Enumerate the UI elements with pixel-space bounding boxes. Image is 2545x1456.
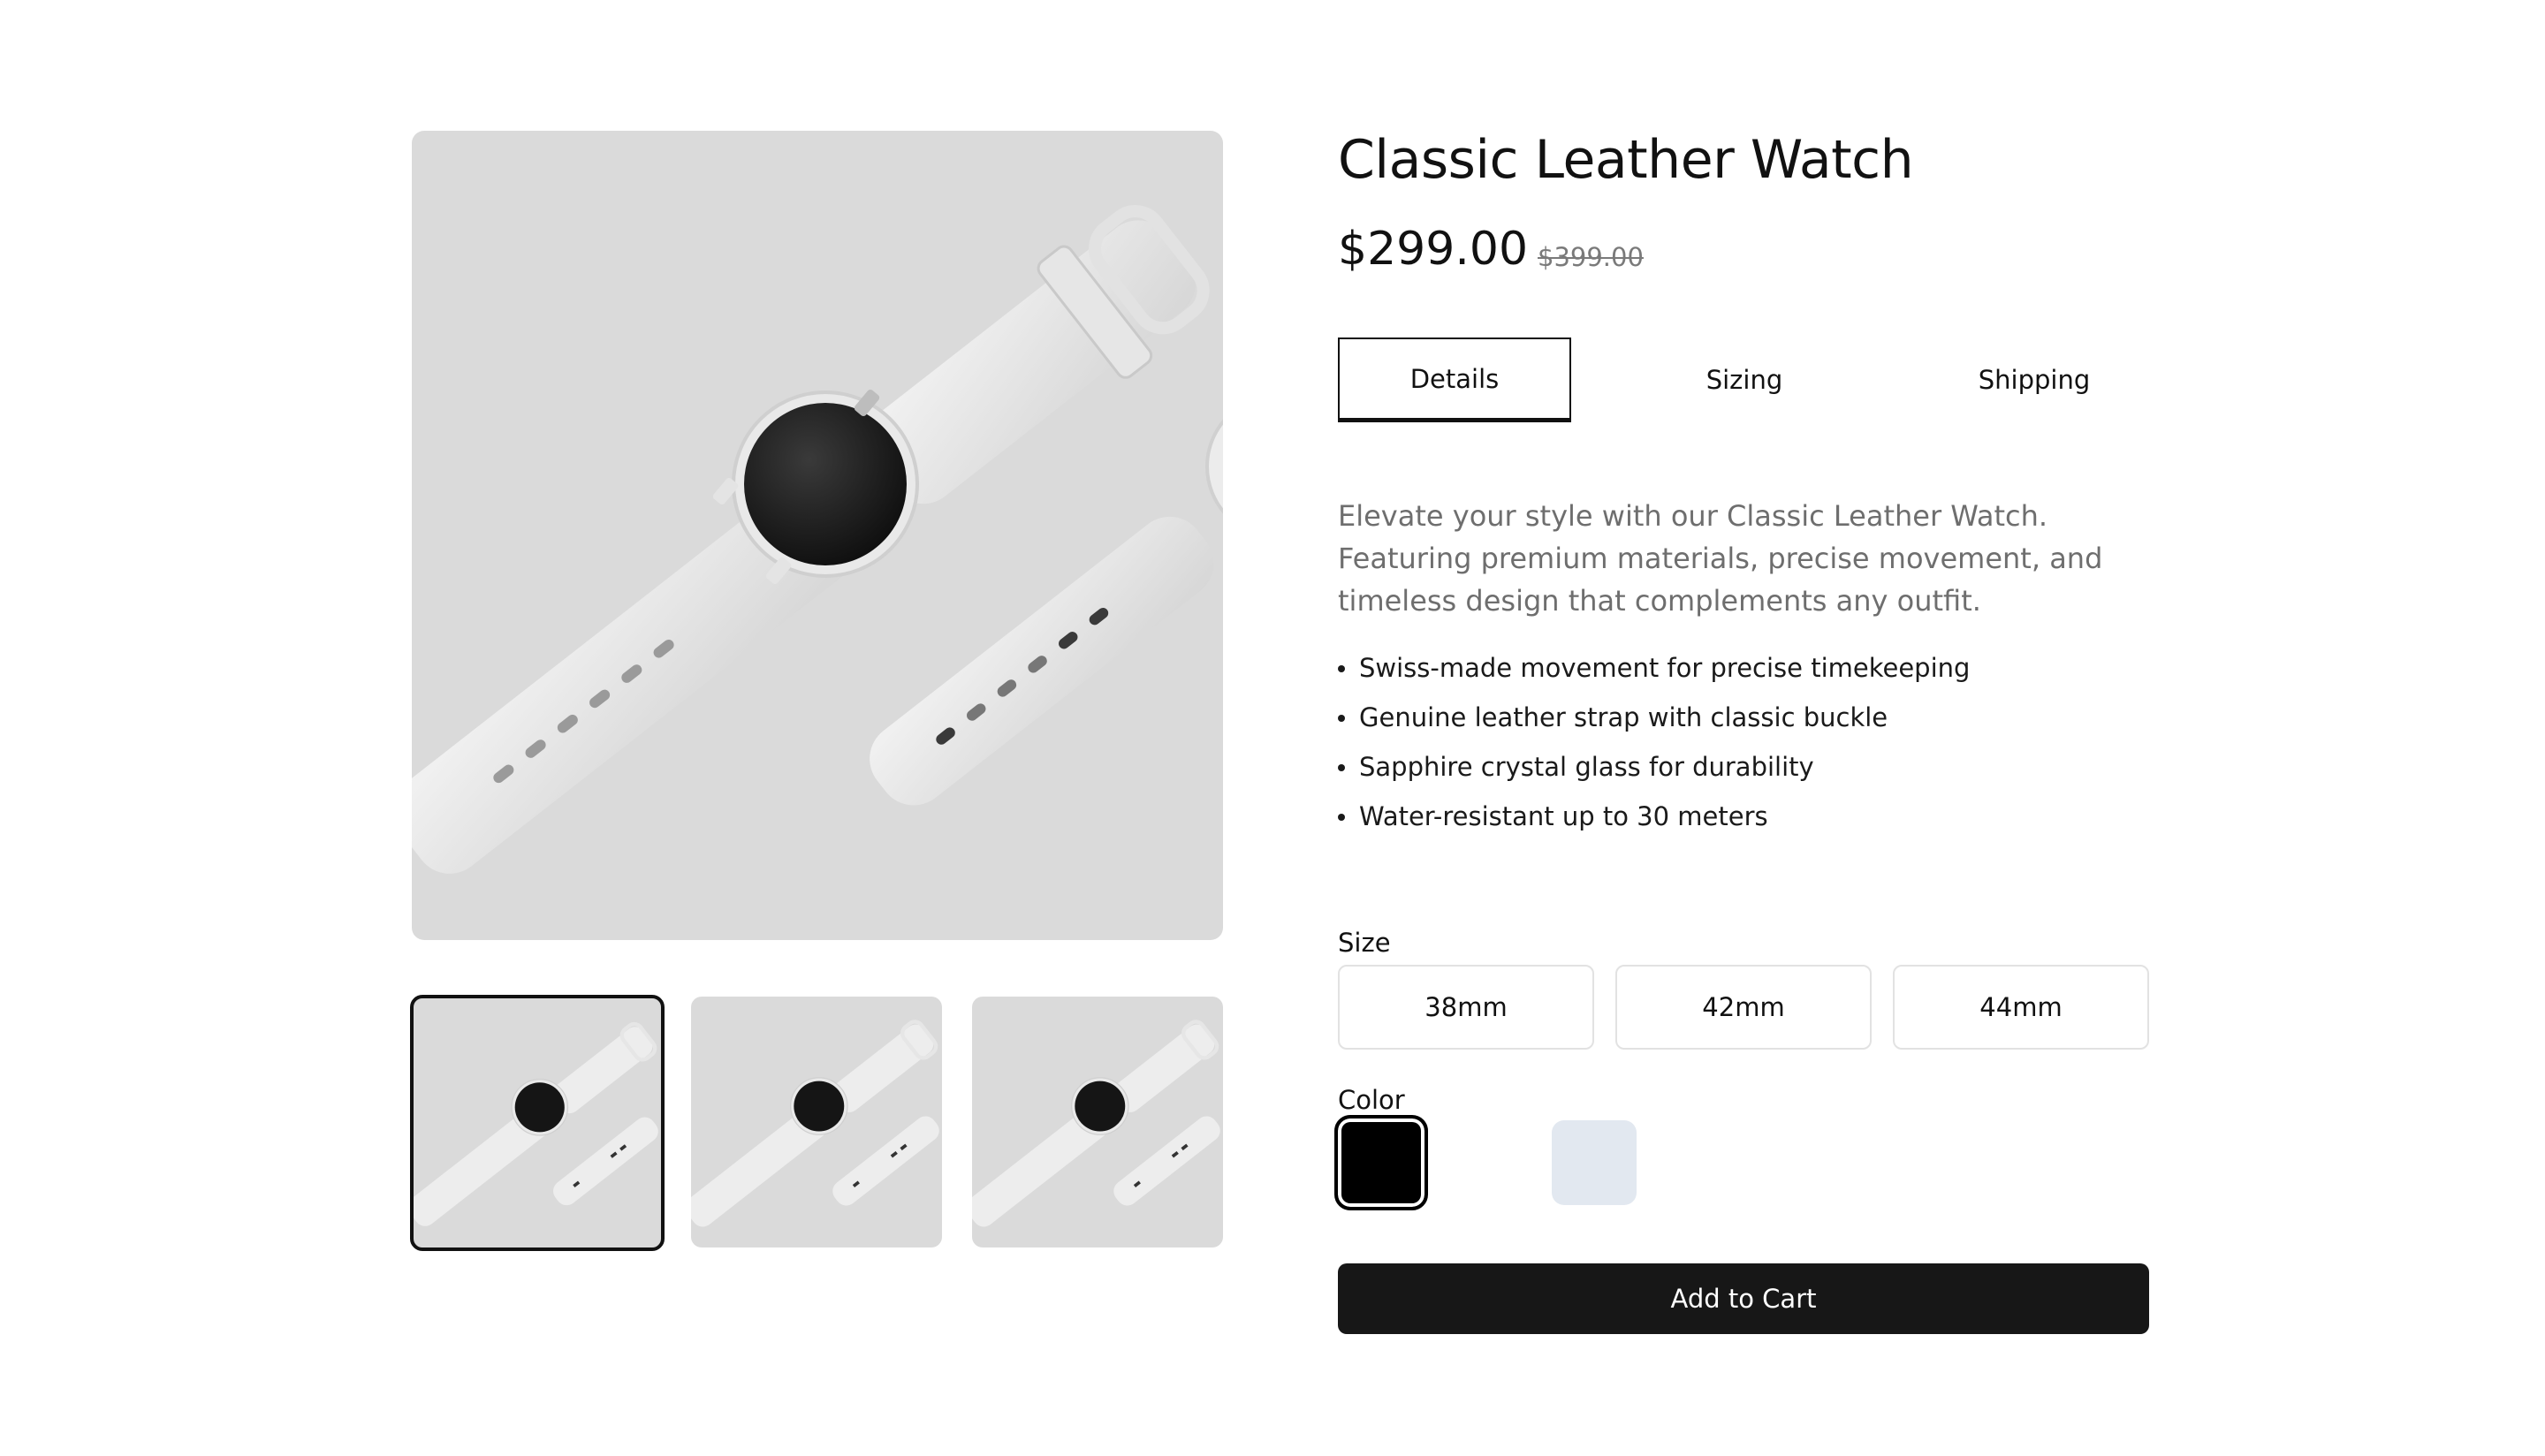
feature-item: Water-resistant up to 30 meters — [1338, 795, 1970, 845]
watch-illustration — [412, 205, 1223, 874]
tab-shipping[interactable]: Shipping — [1918, 337, 2151, 422]
thumbnail-watch-image — [972, 1020, 1220, 1227]
product-page: Classic Leather Watch $299.00 $399.00 De… — [0, 0, 2545, 1456]
size-option-42mm[interactable]: 42mm — [1615, 965, 1872, 1050]
color-label: Color — [1338, 1085, 1405, 1115]
thumbnail-watch-image — [691, 1020, 939, 1227]
tab-details[interactable]: Details — [1338, 337, 1571, 422]
add-to-cart-button[interactable]: Add to Cart — [1338, 1263, 2149, 1334]
thumbnail-watch-image — [414, 1021, 658, 1226]
feature-item: Sapphire crystal glass for durability — [1338, 746, 1970, 795]
product-description: Elevate your style with our Classic Leat… — [1338, 499, 2103, 618]
feature-list: Swiss-made movement for precise timekeep… — [1338, 647, 1970, 845]
thumbnail-3[interactable] — [972, 997, 1223, 1247]
product-price: $299.00 — [1338, 223, 1529, 276]
info-tabs: Details Sizing Shipping — [1338, 337, 2149, 422]
tab-sizing[interactable]: Sizing — [1628, 337, 1861, 422]
thumbnail-2[interactable] — [691, 997, 942, 1247]
color-swatch-white[interactable] — [1446, 1120, 1531, 1205]
size-option-44mm[interactable]: 44mm — [1893, 965, 2149, 1050]
main-product-image — [412, 131, 1223, 940]
size-label: Size — [1338, 928, 1391, 958]
color-swatch-black[interactable] — [1334, 1115, 1428, 1210]
feature-item: Genuine leather strap with classic buckl… — [1338, 696, 1970, 746]
product-title: Classic Leather Watch — [1338, 129, 1914, 191]
original-price: $399.00 — [1538, 242, 1644, 272]
color-swatch-silver[interactable] — [1552, 1120, 1637, 1205]
size-option-38mm[interactable]: 38mm — [1338, 965, 1594, 1050]
feature-item: Swiss-made movement for precise timekeep… — [1338, 647, 1970, 696]
thumbnail-1[interactable] — [410, 995, 665, 1251]
